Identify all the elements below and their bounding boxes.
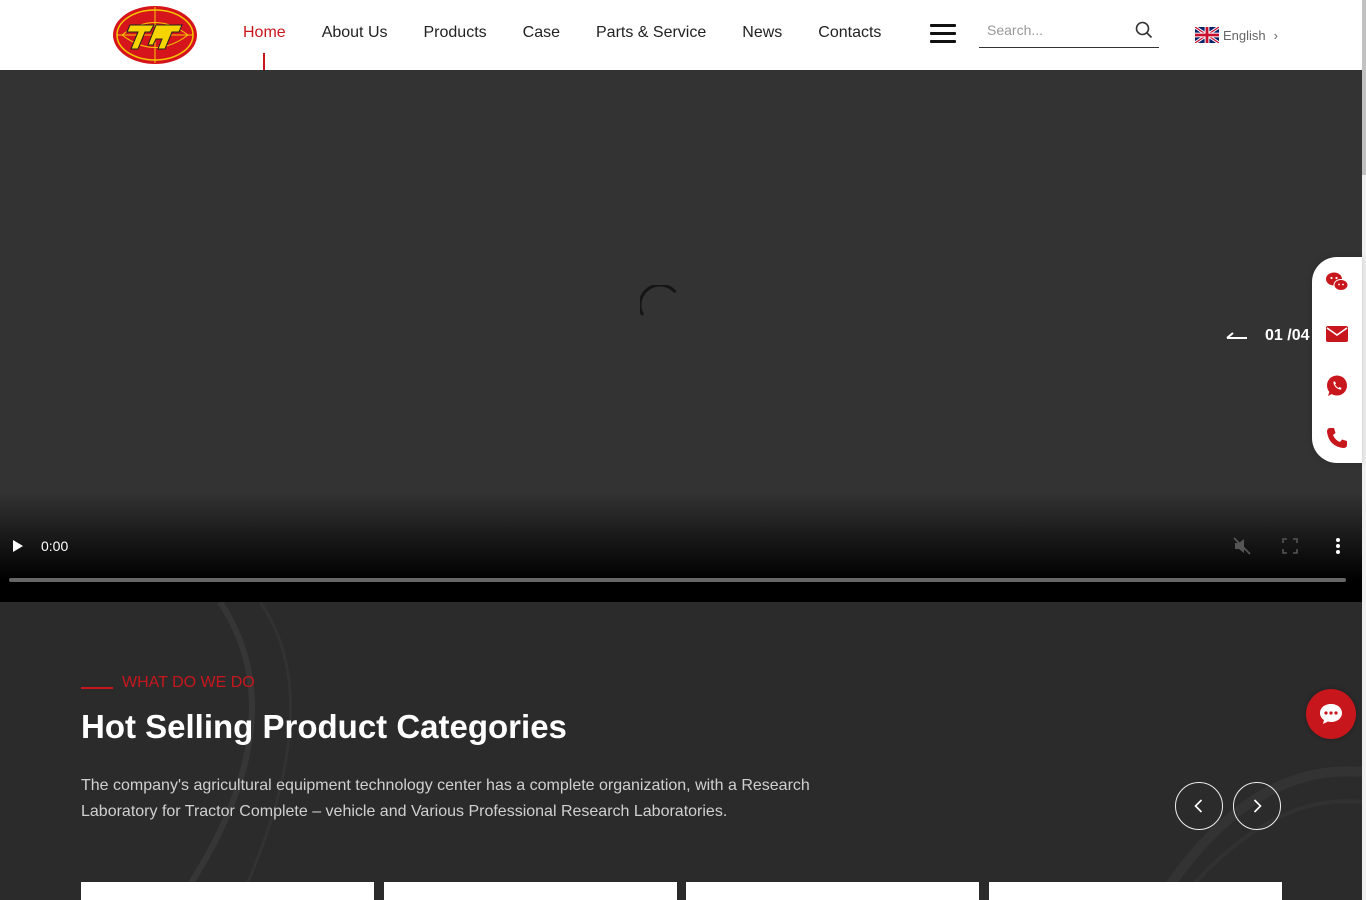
kicker-text: WHAT DO WE DO — [122, 674, 255, 691]
site-header: Home About Us Products Case Parts & Serv… — [0, 0, 1362, 70]
phone-icon[interactable] — [1325, 426, 1349, 450]
next-button[interactable] — [1233, 782, 1281, 830]
side-contact-bar — [1312, 257, 1362, 463]
page-scrollbar[interactable] — [1362, 0, 1366, 900]
company-logo[interactable] — [112, 5, 198, 65]
section-title: Hot Selling Product Categories — [81, 708, 567, 745]
product-categories-section: WHAT DO WE DO Hot Selling Product Catego… — [0, 602, 1362, 900]
menu-icon[interactable] — [930, 24, 956, 44]
video-time: 0:00 — [41, 538, 69, 554]
fullscreen-icon[interactable] — [1282, 538, 1298, 554]
nav-parts-service[interactable]: Parts & Service — [578, 0, 724, 70]
wechat-icon[interactable] — [1325, 270, 1349, 294]
chat-icon — [1320, 704, 1342, 724]
nav-home[interactable]: Home — [225, 0, 304, 70]
language-label: English — [1223, 27, 1266, 43]
scrollbar-thumb[interactable] — [1362, 0, 1366, 175]
slide-number: 01 /04 — [1265, 327, 1310, 344]
prev-button[interactable] — [1175, 782, 1223, 830]
nav-about-us[interactable]: About Us — [304, 0, 406, 70]
video-progress-bar[interactable] — [9, 578, 1346, 582]
search-icon[interactable] — [1135, 21, 1153, 39]
category-card[interactable] — [384, 882, 677, 900]
hero-video[interactable]: 01 /04 0:00 — [0, 70, 1362, 602]
category-card[interactable] — [686, 882, 979, 900]
chevron-left-icon — [1194, 799, 1203, 813]
search-box — [979, 14, 1159, 48]
play-icon[interactable] — [10, 538, 26, 554]
nav-contacts[interactable]: Contacts — [800, 0, 899, 70]
category-card[interactable] — [81, 882, 374, 900]
category-cards — [81, 882, 1282, 900]
slide-counter: 01 /04 — [1225, 327, 1309, 345]
kicker-line — [81, 687, 113, 689]
more-options-icon[interactable] — [1330, 536, 1346, 556]
language-selector[interactable]: English › — [1195, 25, 1278, 45]
loading-spinner-icon — [640, 285, 677, 316]
mail-icon[interactable] — [1325, 322, 1349, 346]
muted-icon[interactable] — [1232, 536, 1252, 556]
section-kicker: WHAT DO WE DO — [81, 674, 255, 692]
nav-products[interactable]: Products — [406, 0, 505, 70]
whatsapp-icon[interactable] — [1325, 374, 1349, 398]
uk-flag-icon — [1195, 27, 1219, 43]
search-input[interactable] — [979, 14, 1129, 46]
category-card[interactable] — [989, 882, 1282, 900]
arrow-left-icon[interactable] — [1225, 331, 1247, 341]
section-description: The company's agricultural equipment tec… — [81, 777, 810, 820]
background-decoration — [177, 602, 1362, 900]
chevron-right-icon: › — [1273, 27, 1278, 43]
nav-news[interactable]: News — [724, 0, 800, 70]
nav-case[interactable]: Case — [505, 0, 578, 70]
chat-button[interactable] — [1306, 689, 1356, 739]
chevron-right-icon — [1253, 799, 1262, 813]
main-nav: Home About Us Products Case Parts & Serv… — [225, 0, 899, 70]
video-controls: 0:00 — [0, 522, 1362, 602]
